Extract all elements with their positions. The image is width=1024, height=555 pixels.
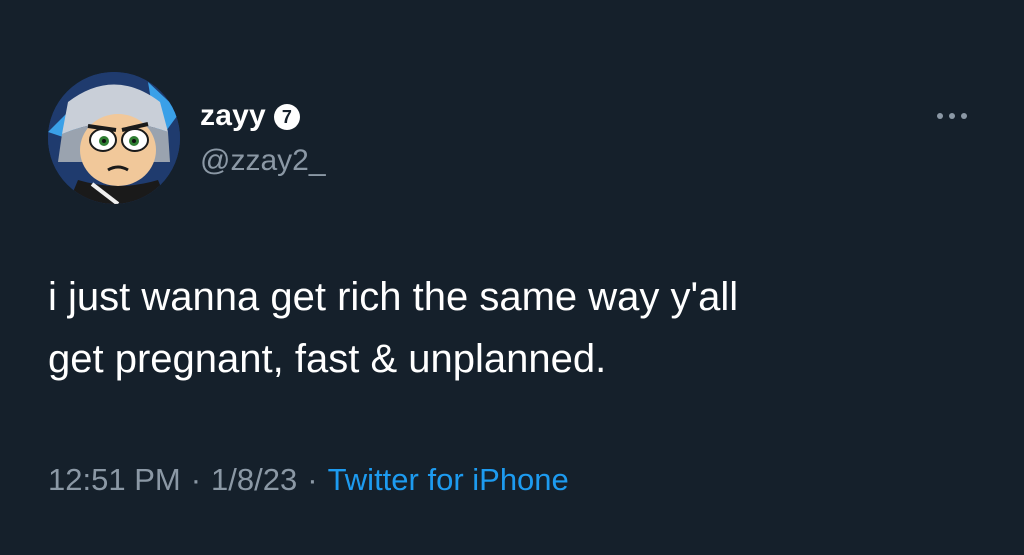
more-dot: [961, 113, 967, 119]
avatar[interactable]: [48, 72, 180, 204]
number-badge-icon: 7: [273, 104, 300, 130]
separator: ·: [190, 462, 202, 497]
author-name-row[interactable]: zayy 7: [200, 96, 300, 136]
user-handle[interactable]: @zzay2_: [200, 144, 326, 178]
tweet-source-link[interactable]: Twitter for iPhone: [328, 462, 569, 498]
tweet-card: zayy 7 @zzay2_ i just wanna get rich the…: [0, 0, 1024, 555]
cartoon-character-avatar-icon: [48, 72, 180, 204]
separator: ·: [307, 462, 318, 497]
more-options-button[interactable]: [928, 100, 976, 132]
tweet-date[interactable]: 1/8/23: [211, 462, 297, 498]
tweet-time[interactable]: 12:51 PM: [48, 462, 181, 498]
more-horizontal-icon: [937, 113, 943, 119]
tweet-text: i just wanna get rich the same way y'all…: [48, 266, 988, 390]
tweet-text-line-1: i just wanna get rich the same way y'all: [48, 275, 739, 319]
display-name[interactable]: zayy: [200, 99, 266, 133]
tweet-text-line-2: get pregnant, fast & unplanned.: [48, 337, 607, 381]
more-dot: [949, 113, 955, 119]
tweet-meta: 12:51 PM · 1/8/23 · Twitter for iPhone: [48, 462, 569, 498]
